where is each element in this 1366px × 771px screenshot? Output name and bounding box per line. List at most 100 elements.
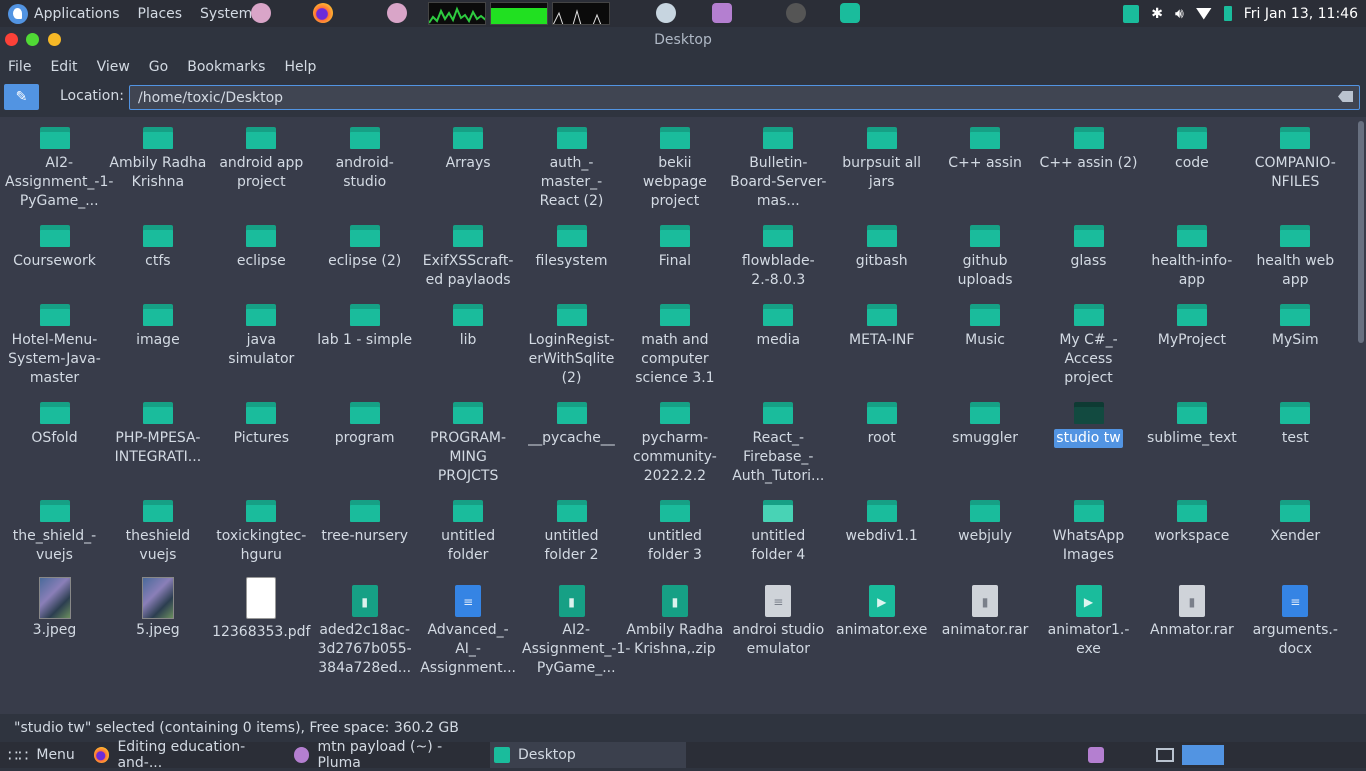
battery-icon[interactable] [1223,6,1232,21]
folder-item[interactable]: eclipse [210,225,313,271]
folder-item[interactable]: health-info-app [1140,225,1243,290]
folder-item[interactable]: PHP-MPESA-INTEGRATI... [106,402,209,467]
folder-item[interactable]: studio tw [1037,402,1140,448]
folder-item[interactable]: untitled folder [417,500,520,565]
file-item[interactable]: ▮ Anmator.rar [1140,577,1243,640]
file-icon-view[interactable]: AI2-Assignment_-1-PyGame_... Ambily Radha… [0,117,1356,714]
folder-item[interactable]: LoginRegist-erWithSqlite (2) [520,304,623,388]
folder-item[interactable]: flowblade-2.-8.0.3 [727,225,830,290]
file-item[interactable]: 3.jpeg [3,577,106,640]
folder-item[interactable]: auth_-master_-React (2) [520,127,623,211]
folder-item[interactable]: ExifXSScraft-ed paylaods [417,225,520,290]
folder-item[interactable]: filesystem [520,225,623,271]
show-desktop-button[interactable] [1182,745,1224,765]
menu-bookmarks[interactable]: Bookmarks [179,59,273,75]
file-item[interactable]: ▶ animator.exe [830,577,933,640]
folder-item[interactable]: untitled folder 4 [727,500,830,565]
folder-item[interactable]: OSfold [3,402,106,448]
folder-item[interactable]: Arrays [417,127,520,173]
folder-item[interactable]: AI2-Assignment_-1-PyGame_... [3,127,113,211]
steam-launcher-icon[interactable] [656,3,676,23]
folder-item[interactable]: image [106,304,209,350]
system-menu[interactable]: System [200,6,252,22]
launcher-app-icon-2[interactable] [387,3,407,23]
task-firefox[interactable]: Editing education-and-... [94,739,284,771]
folder-item[interactable]: __pycache__ [520,402,623,448]
folder-item[interactable]: Music [934,304,1037,350]
folder-item[interactable]: Bulletin-Board-Server-mas... [727,127,830,211]
places-menu[interactable]: Places [138,6,183,22]
folder-item[interactable]: PROGRAM-MING PROJCTS [417,402,520,486]
location-input[interactable] [129,85,1360,110]
folder-item[interactable]: Hotel-Menu-System-Java-master [3,304,106,388]
file-item[interactable]: ▮ aded2c18ac-3d2767b055-384a728ed... [313,577,416,678]
file-item[interactable]: ≡ androi studio emulator [727,577,830,659]
folder-item[interactable]: burpsuit all jars [830,127,933,192]
file-item[interactable]: 12368353.pdf [210,577,313,642]
folder-item[interactable]: code [1140,127,1243,173]
file-item[interactable]: ≡ arguments.-docx [1244,577,1347,659]
folder-item[interactable]: media [727,304,830,350]
folder-item[interactable]: lab 1 - simple [313,304,416,350]
applications-menu[interactable]: Applications [34,6,120,22]
file-item[interactable]: ▶ animator1.-exe [1037,577,1140,659]
folder-item[interactable]: github uploads [934,225,1037,290]
workspace-switcher-icon[interactable] [1156,748,1174,762]
folder-item[interactable]: gitbash [830,225,933,271]
menu-go[interactable]: Go [141,59,176,75]
folder-item[interactable]: android app project [210,127,313,192]
file-item[interactable]: ≡ Advanced_-AI_-Assignment... [417,577,520,678]
folder-item[interactable]: eclipse (2) [313,225,416,271]
folder-item[interactable]: pycharm-community-2022.2.2 [623,402,726,486]
folder-item[interactable]: tree-nursery [313,500,416,546]
menu-view[interactable]: View [89,59,138,75]
vertical-scrollbar[interactable] [1356,117,1366,714]
folder-item[interactable]: MySim [1244,304,1347,350]
folder-item[interactable]: webdiv1.1 [830,500,933,546]
folder-item[interactable]: My C#_-Access project [1037,304,1140,388]
folder-item[interactable]: health web app [1244,225,1347,290]
folder-item[interactable]: root [830,402,933,448]
firefox-launcher-icon[interactable] [313,3,333,23]
folder-item[interactable]: math and computer science 3.1 [623,304,726,388]
folder-item[interactable]: theshield vuejs [106,500,209,565]
text-editor-launcher-icon[interactable] [712,3,732,23]
folder-item[interactable]: WhatsApp Images [1037,500,1140,565]
folder-item[interactable]: React_-Firebase_-Auth_Tutori... [727,402,830,486]
file-item[interactable]: ▮ AI2-Assignment_-1-PyGame_... [520,577,630,678]
folder-item[interactable]: Xender [1244,500,1347,546]
file-item[interactable]: ▮ animator.rar [934,577,1037,640]
folder-item[interactable]: untitled folder 2 [520,500,623,565]
folder-item[interactable]: COMPANIO-NFILES [1244,127,1347,192]
folder-item[interactable]: META-INF [830,304,933,350]
folder-item[interactable]: bekii webpage project [623,127,726,211]
folder-item[interactable]: untitled folder 3 [623,500,726,565]
workspace-app-icon[interactable] [1088,747,1104,763]
file-item[interactable]: ▮ Ambily Radha Krishna,.zip [623,577,726,659]
menu-help[interactable]: Help [276,59,324,75]
task-pluma[interactable]: mtn payload (~) - Pluma [294,739,484,771]
menu-edit[interactable]: Edit [42,59,85,75]
toggle-location-edit-button[interactable]: ✎ [4,84,39,110]
file-manager-launcher-icon[interactable] [840,3,860,23]
folder-item[interactable]: java simulator [210,304,313,369]
task-desktop[interactable]: Desktop [490,742,686,768]
menu-file[interactable]: File [0,59,39,75]
folder-item[interactable]: Pictures [210,402,313,448]
file-item[interactable]: 5.jpeg [106,577,209,640]
scrollbar-thumb[interactable] [1358,121,1364,343]
folder-item[interactable]: glass [1037,225,1140,271]
folder-item[interactable]: MyProject [1140,304,1243,350]
folder-item[interactable]: smuggler [934,402,1037,448]
folder-item[interactable]: sublime_text [1140,402,1243,448]
folder-item[interactable]: ctfs [106,225,209,271]
folder-item[interactable]: lib [417,304,520,350]
folder-item[interactable]: C++ assin [934,127,1037,173]
folder-item[interactable]: C++ assin (2) [1037,127,1140,173]
main-menu-button[interactable]: ∷∷ Menu [8,742,75,768]
terminal-launcher-icon[interactable] [786,3,806,23]
folder-item[interactable]: workspace [1140,500,1243,546]
launcher-app-icon[interactable] [251,3,271,23]
folder-item[interactable]: test [1244,402,1347,448]
clipboard-tray-icon[interactable] [1123,4,1140,23]
